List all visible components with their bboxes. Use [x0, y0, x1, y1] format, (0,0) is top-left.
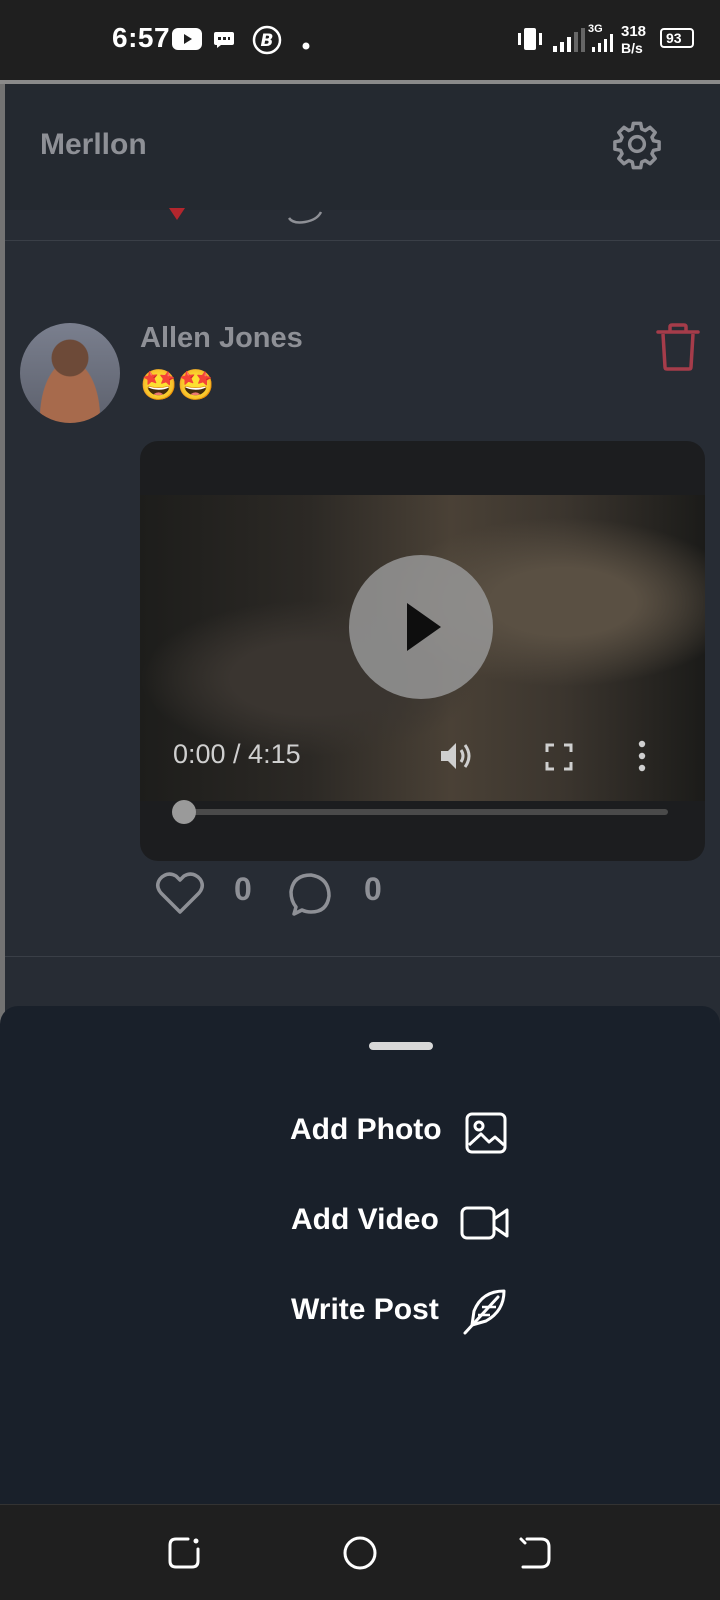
screen: 6:57 B 3G 318 B/s 93 Merllon Allen Jones… — [0, 0, 720, 1600]
post-card: Allen Jones 🤩🤩 0:00 / 4:15 0 0 — [5, 242, 720, 958]
svg-text:B: B — [261, 31, 274, 51]
notification-dot-icon — [302, 37, 310, 55]
post-author[interactable]: Allen Jones — [140, 322, 303, 355]
comment-count: 0 — [364, 871, 382, 907]
app-bar: Merllon — [5, 84, 720, 211]
volume-button[interactable] — [438, 739, 474, 773]
comment-icon — [289, 873, 331, 916]
net-speed-unit: B/s — [621, 40, 643, 56]
comment-peek-icon — [287, 211, 323, 224]
video-camera-icon — [460, 1205, 510, 1246]
post-text: 🤩🤩 — [140, 368, 215, 403]
post-divider — [5, 956, 720, 957]
message-icon — [214, 32, 234, 53]
video-seek-bar[interactable] — [184, 809, 668, 815]
status-bar: 6:57 B 3G 318 B/s 93 — [0, 0, 720, 80]
bitcoin-icon: B — [252, 25, 282, 60]
signal-strength-icon — [553, 28, 587, 57]
add-video-button[interactable]: Add Video — [0, 1193, 720, 1253]
recents-button[interactable] — [166, 1535, 202, 1571]
previous-post-peek — [5, 208, 720, 241]
recents-icon — [168, 1537, 200, 1569]
sheet-drag-handle[interactable] — [369, 1042, 433, 1050]
video-time: 0:00 / 4:15 — [173, 739, 301, 769]
play-icon — [407, 603, 441, 651]
volume-icon — [441, 743, 471, 769]
heart-filled-icon — [169, 208, 185, 220]
play-button[interactable] — [349, 555, 493, 699]
app-title: Merllon — [40, 128, 147, 161]
back-button[interactable] — [517, 1535, 553, 1571]
more-vertical-icon — [638, 740, 646, 772]
fullscreen-icon — [545, 743, 573, 771]
vibrate-icon — [516, 26, 544, 57]
home-icon — [343, 1536, 377, 1570]
delete-post-button[interactable] — [655, 322, 701, 372]
image-icon — [464, 1111, 508, 1160]
status-time: 6:57 — [112, 22, 171, 53]
video-seek-thumb[interactable] — [172, 800, 196, 824]
avatar[interactable] — [20, 323, 120, 423]
add-photo-label: Add Photo — [290, 1113, 442, 1146]
net-speed-value: 318 — [621, 23, 647, 40]
system-navigation-bar — [0, 1504, 720, 1600]
home-button[interactable] — [342, 1535, 378, 1571]
battery-icon: 93 — [660, 28, 694, 48]
fullscreen-button[interactable] — [545, 743, 573, 771]
add-photo-button[interactable]: Add Photo — [0, 1103, 720, 1163]
create-post-sheet: Add Photo Add Video Write Post — [0, 1006, 720, 1504]
feather-icon — [462, 1287, 508, 1342]
like-count: 0 — [234, 871, 252, 907]
add-video-label: Add Video — [291, 1203, 439, 1236]
settings-button[interactable] — [611, 118, 663, 170]
battery-level: 93 — [666, 30, 682, 46]
write-post-label: Write Post — [291, 1293, 439, 1326]
video-player[interactable]: 0:00 / 4:15 — [140, 441, 705, 861]
comment-button[interactable] — [287, 870, 333, 916]
video-options-button[interactable] — [637, 739, 647, 773]
gear-icon — [613, 121, 661, 170]
write-post-button[interactable]: Write Post — [0, 1283, 720, 1343]
youtube-icon — [172, 28, 202, 55]
back-icon — [519, 1537, 551, 1569]
like-button[interactable] — [155, 870, 205, 916]
signal-strength-2-icon — [592, 34, 614, 57]
heart-icon — [156, 872, 204, 914]
trash-icon — [656, 323, 700, 371]
